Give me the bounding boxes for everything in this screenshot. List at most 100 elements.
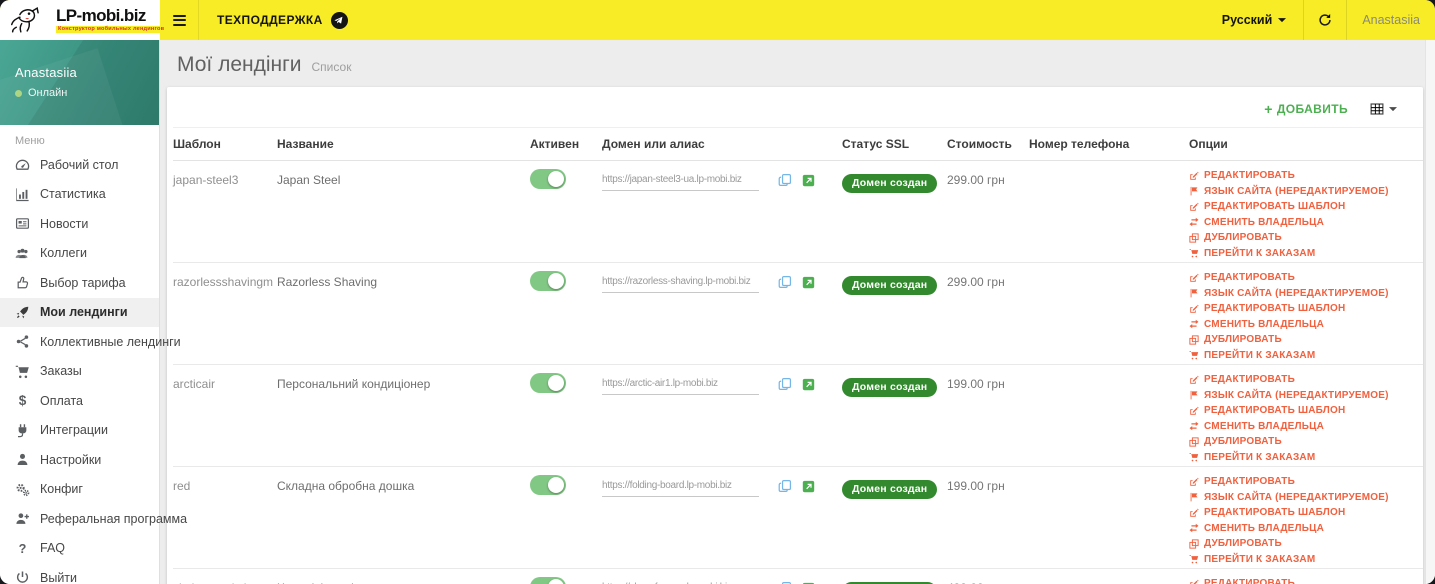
- sidebar-item-gears[interactable]: Конфиг: [0, 475, 159, 505]
- column-header: Номер телефона: [1029, 137, 1130, 151]
- sidebar-toggle-button[interactable]: [160, 0, 199, 40]
- main-content: Мої лендінги Список + ДОБАВИТЬ Шаблон Наз…: [160, 40, 1435, 584]
- option-link-edit[interactable]: РЕДАКТИРОВАТЬ ШАБЛОН: [1189, 303, 1417, 314]
- add-button[interactable]: + ДОБАВИТЬ: [1264, 102, 1348, 116]
- sidebar-item-chart[interactable]: Статистика: [0, 180, 159, 210]
- sidebar-item-cart[interactable]: Заказы: [0, 357, 159, 387]
- chevron-down-icon: [1389, 107, 1397, 112]
- copy-icon: [778, 275, 792, 289]
- sidebar-item-hand[interactable]: Выбор тарифа: [0, 268, 159, 298]
- refresh-button[interactable]: [1304, 0, 1346, 40]
- option-link-cart[interactable]: ПЕРЕЙТИ К ЗАКАЗАМ: [1189, 554, 1417, 565]
- option-link-language[interactable]: ЯЗЫК САЙТА (НЕРЕДАКТИРУЕМОЕ): [1189, 186, 1417, 197]
- sidebar-item-users[interactable]: Коллеги: [0, 239, 159, 269]
- sidebar-item-share[interactable]: Коллективные лендинги: [0, 327, 181, 357]
- sidebar-item-news[interactable]: Новости: [0, 209, 159, 239]
- name-cell: Japan Steel: [277, 173, 341, 187]
- domain-input[interactable]: [602, 171, 759, 191]
- option-link-edit[interactable]: РЕДАКТИРОВАТЬ: [1189, 578, 1417, 584]
- option-link-edit[interactable]: РЕДАКТИРОВАТЬ: [1189, 476, 1417, 487]
- option-link-edit[interactable]: РЕДАКТИРОВАТЬ: [1189, 170, 1417, 181]
- sidebar-item-rocket[interactable]: Мои лендинги: [0, 297, 159, 327]
- support-button[interactable]: ТЕХПОДДЕРЖКА: [199, 0, 366, 40]
- open-site-button[interactable]: [802, 480, 815, 496]
- topbar-username[interactable]: Anastasiia: [1347, 0, 1435, 40]
- language-selector[interactable]: Русский: [1205, 0, 1304, 40]
- active-toggle[interactable]: [530, 475, 566, 495]
- option-link-edit[interactable]: РЕДАКТИРОВАТЬ ШАБЛОН: [1189, 201, 1417, 212]
- external-link-icon: [802, 378, 815, 391]
- option-link-edit[interactable]: РЕДАКТИРОВАТЬ: [1189, 374, 1417, 385]
- option-link-duplicate[interactable]: ДУБЛИРОВАТЬ: [1189, 538, 1417, 549]
- name-cell: Складна обробна дошка: [277, 479, 415, 493]
- option-link-duplicate[interactable]: ДУБЛИРОВАТЬ: [1189, 334, 1417, 345]
- option-link-language[interactable]: ЯЗЫК САЙТА (НЕРЕДАКТИРУЕМОЕ): [1189, 390, 1417, 401]
- option-link-cart[interactable]: ПЕРЕЙТИ К ЗАКАЗАМ: [1189, 248, 1417, 259]
- telegram-icon: [330, 11, 348, 29]
- option-link-transfer[interactable]: СМЕНИТЬ ВЛАДЕЛЬЦА: [1189, 217, 1417, 228]
- ssl-status-badge: Домен создан: [842, 174, 938, 193]
- option-link-duplicate[interactable]: ДУБЛИРОВАТЬ: [1189, 232, 1417, 243]
- plug-icon: [15, 423, 30, 438]
- option-link-edit[interactable]: РЕДАКТИРОВАТЬ ШАБЛОН: [1189, 507, 1417, 518]
- menu-section-label: Меню: [15, 135, 45, 147]
- option-link-transfer[interactable]: СМЕНИТЬ ВЛАДЕЛЬЦА: [1189, 421, 1417, 432]
- sidebar-item-label: Выбор тарифа: [40, 275, 126, 290]
- option-link-transfer[interactable]: СМЕНИТЬ ВЛАДЕЛЬЦА: [1189, 523, 1417, 534]
- sidebar-item-plug[interactable]: Интеграции: [0, 416, 159, 446]
- active-toggle[interactable]: [530, 271, 566, 291]
- option-link-cart[interactable]: ПЕРЕЙТИ К ЗАКАЗАМ: [1189, 350, 1417, 361]
- view-selector-button[interactable]: [1370, 102, 1397, 116]
- scrollbar[interactable]: [1425, 40, 1435, 584]
- options-cell: РЕДАКТИРОВАТЬ ЯЗЫК САЙТА (НЕРЕДАКТИРУЕМОЕ…: [1189, 263, 1423, 365]
- option-link-language[interactable]: ЯЗЫК САЙТА (НЕРЕДАКТИРУЕМОЕ): [1189, 288, 1417, 299]
- copy-domain-button[interactable]: [778, 479, 792, 496]
- table-header-row: Шаблон Название Активен Домен или алиас Стат…: [173, 127, 1423, 161]
- question-icon: [15, 541, 30, 556]
- phone-cell: [1029, 161, 1189, 263]
- option-link-cart[interactable]: ПЕРЕЙТИ К ЗАКАЗАМ: [1189, 452, 1417, 463]
- person-plus-icon: [15, 511, 30, 526]
- sidebar-item-person-plus[interactable]: Реферальная программа: [0, 504, 187, 534]
- logo[interactable]: LP-mobi.biz Конструктор мобильных лендин…: [0, 0, 167, 40]
- sidebar: Anastasiia Онлайн Меню Рабочий стол Стати…: [0, 40, 187, 584]
- sidebar-item-label: Мои лендинги: [40, 305, 128, 320]
- sidebar-item-person[interactable]: Настройки: [0, 445, 159, 475]
- plus-icon: +: [1264, 101, 1273, 117]
- option-link-language[interactable]: ЯЗЫК САЙТА (НЕРЕДАКТИРУЕМОЕ): [1189, 492, 1417, 503]
- duplicate-icon: [1189, 335, 1199, 345]
- sidebar-item-dashboard[interactable]: Рабочий стол: [0, 150, 159, 180]
- option-link-edit[interactable]: РЕДАКТИРОВАТЬ ШАБЛОН: [1189, 405, 1417, 416]
- domain-input[interactable]: [602, 273, 759, 293]
- name-cell: Персональний кондиціонер: [277, 377, 431, 391]
- option-link-edit[interactable]: РЕДАКТИРОВАТЬ: [1189, 272, 1417, 283]
- sidebar-item-label: Оплата: [40, 393, 83, 408]
- sidebar-item-label: Рабочий стол: [40, 157, 119, 172]
- sidebar-item-question[interactable]: FAQ: [0, 534, 159, 564]
- sidebar-item-power[interactable]: Выйти: [0, 563, 159, 584]
- active-toggle[interactable]: [530, 577, 566, 584]
- copy-domain-button[interactable]: [778, 377, 792, 394]
- domain-input[interactable]: [602, 375, 759, 395]
- copy-domain-button[interactable]: [778, 275, 792, 292]
- active-toggle[interactable]: [530, 373, 566, 393]
- sidebar-username: Anastasiia: [15, 65, 77, 80]
- option-link-duplicate[interactable]: ДУБЛИРОВАТЬ: [1189, 436, 1417, 447]
- table-row: razorlessshavingm Razorless Shaving Доме…: [173, 263, 1423, 365]
- sidebar-item-label: Коллеги: [40, 246, 88, 261]
- table-view-icon: [1370, 102, 1384, 116]
- open-site-button[interactable]: [802, 378, 815, 394]
- option-link-transfer[interactable]: СМЕНИТЬ ВЛАДЕЛЬЦА: [1189, 319, 1417, 330]
- sidebar-item-dollar[interactable]: Оплата: [0, 386, 159, 416]
- open-site-button[interactable]: [802, 174, 815, 190]
- active-toggle[interactable]: [530, 169, 566, 189]
- open-site-button[interactable]: [802, 276, 815, 292]
- rocket-icon: [15, 305, 30, 320]
- domain-input[interactable]: [602, 579, 759, 584]
- domain-input[interactable]: [602, 477, 759, 497]
- copy-domain-button[interactable]: [778, 173, 792, 190]
- external-link-icon: [802, 174, 815, 187]
- template-cell: razorlessshavingm: [173, 275, 274, 289]
- share-icon: [15, 334, 30, 349]
- cart-icon: [1189, 350, 1199, 360]
